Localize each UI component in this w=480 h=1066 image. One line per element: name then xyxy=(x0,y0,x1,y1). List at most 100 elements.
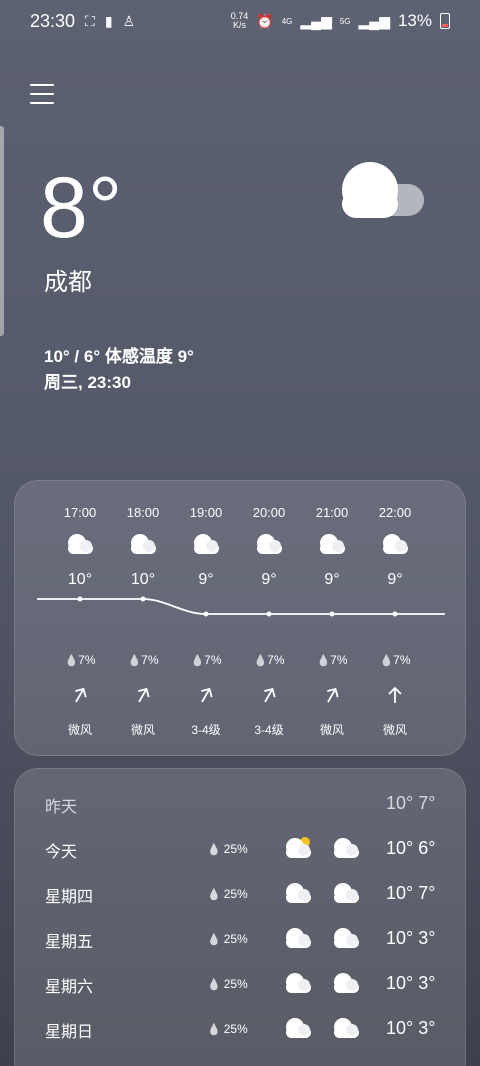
daily-row[interactable]: 星期日 💧 25% 10° 3° xyxy=(15,1014,467,1044)
alarm-icon: ⏰ xyxy=(256,12,274,29)
wind-direction-icon xyxy=(201,687,213,703)
battery-percent: 13% xyxy=(397,11,432,30)
signal-icon: ▂▄▆ xyxy=(300,12,332,29)
cloud-icon xyxy=(334,928,359,948)
cloud-icon xyxy=(257,534,282,554)
menu-icon-line xyxy=(30,93,54,95)
status-right: 0.74 K/s ⏰ 4G ▂▄▆ 5G ▂▄▆ 13% xyxy=(231,11,450,31)
raindrop-icon: 💧 xyxy=(207,844,221,856)
menu-icon xyxy=(30,84,54,86)
daily-rain-value: 25% xyxy=(223,1022,248,1036)
hourly-rain-value: 7% xyxy=(78,653,96,667)
cloud-icon xyxy=(342,162,424,218)
cloud-icon xyxy=(334,883,359,903)
raindrop-icon: 💧 xyxy=(207,979,221,991)
city-name[interactable]: 成都 xyxy=(44,262,92,297)
raindrop-icon: 💧 xyxy=(379,655,394,667)
wind-direction-icon xyxy=(75,687,87,703)
raindrop-icon: 💧 xyxy=(127,655,142,667)
menu-icon-line xyxy=(30,102,54,104)
daily-temps: 10° 3° xyxy=(386,973,436,993)
daily-day-name: 昨天 xyxy=(45,799,78,816)
cloud-icon xyxy=(320,534,345,554)
daily-row[interactable]: 星期六 💧 25% 10° 3° xyxy=(15,969,467,999)
hourly-rain-value: 7% xyxy=(267,653,285,667)
hourly-rain-value: 7% xyxy=(204,653,222,667)
temp-range-feels-like: 10° / 6° 体感温度 9° xyxy=(44,347,194,366)
hourly-temp: 9° xyxy=(198,571,214,588)
cloud-icon xyxy=(286,973,311,993)
status-bar: 23:30 ⛶ ▮ ♙ 0.74 K/s ⏰ 4G ▂▄▆ 5G ▂▄▆ 13% xyxy=(0,0,480,42)
status-left: 23:30 ⛶ ▮ ♙ xyxy=(30,11,135,32)
raindrop-icon: 💧 xyxy=(207,934,221,946)
hourly-time: 18:00 xyxy=(126,505,160,520)
raindrop-icon: 💧 xyxy=(64,655,79,667)
hourly-temp: 9° xyxy=(324,571,340,588)
raindrop-icon: 💧 xyxy=(316,655,331,667)
hourly-wind: 微风 xyxy=(319,723,344,737)
daily-day-name: 星期五 xyxy=(45,934,94,951)
signal-icon: ▂▄▆ xyxy=(358,12,390,29)
daily-rain-value: 25% xyxy=(223,842,248,856)
hourly-rain-value: 7% xyxy=(330,653,348,667)
hourly-time: 21:00 xyxy=(315,505,349,520)
cloud-icon xyxy=(131,534,156,554)
daily-temps: 10° 7° xyxy=(386,793,436,813)
daily-temps: 10° 3° xyxy=(386,928,436,948)
partly-cloudy-icon xyxy=(286,837,311,858)
hourly-rain: 💧7% xyxy=(302,653,362,667)
wind-direction-icon xyxy=(327,687,339,703)
daily-rain-value: 25% xyxy=(223,977,248,991)
net-speed-unit: K/s xyxy=(233,20,247,30)
hourly-rain: 💧7% xyxy=(176,653,236,667)
daily-temps: 10° 7° xyxy=(386,883,436,903)
menu-button[interactable] xyxy=(30,84,54,108)
daily-day-name: 星期日 xyxy=(45,1024,94,1041)
hourly-wind: 微风 xyxy=(130,723,155,737)
daily-row[interactable]: 星期五 💧 25% 10° 3° xyxy=(15,924,467,954)
daily-rain-value: 25% xyxy=(223,887,248,901)
cloud-icon xyxy=(286,883,311,903)
hourly-temp: 9° xyxy=(261,571,277,588)
raindrop-icon: 💧 xyxy=(207,889,221,901)
daily-forecast-card[interactable]: 昨天 10° 7° 今天 💧 25% 10° 6° 星期四 💧 25% 10° 7° 星期五 💧 25%… xyxy=(14,768,466,1066)
hourly-rain-value: 7% xyxy=(393,653,411,667)
daily-rain: 💧 25% xyxy=(207,1022,248,1036)
cloud-icon xyxy=(334,1018,359,1038)
daily-row[interactable]: 昨天 10° 7° xyxy=(15,789,467,819)
daily-day-name: 今天 xyxy=(45,844,78,861)
daily-row[interactable]: 星期四 💧 25% 10° 7° xyxy=(15,879,467,909)
hourly-time: 22:00 xyxy=(378,505,412,520)
cloud-icon xyxy=(68,534,93,554)
screenshot-icon: ⛶ xyxy=(85,12,95,29)
signal-5g-label: 5G xyxy=(339,16,351,26)
daily-rain: 💧 25% xyxy=(207,842,248,856)
raindrop-icon: 💧 xyxy=(190,655,205,667)
cloud-icon xyxy=(194,534,219,554)
hourly-wind: 微风 xyxy=(382,723,407,737)
daily-rain: 💧 25% xyxy=(207,932,248,946)
cloud-icon xyxy=(286,1018,311,1038)
daily-row[interactable]: 今天 💧 25% 10° 6° xyxy=(15,834,467,864)
daily-rain-value: 25% xyxy=(223,932,248,946)
signal-4g-label: 4G xyxy=(281,16,293,26)
hourly-rain: 💧7% xyxy=(239,653,299,667)
edge-panel-handle[interactable] xyxy=(0,126,4,336)
wind-direction-icon xyxy=(388,686,402,703)
cloud-icon xyxy=(334,838,359,858)
cloud-icon xyxy=(286,928,311,948)
daily-temps: 10° 3° xyxy=(386,1018,436,1038)
daily-temps: 10° 6° xyxy=(386,838,436,858)
hourly-rain: 💧7% xyxy=(50,653,110,667)
wind-direction-icon xyxy=(264,687,276,703)
hourly-forecast-card[interactable]: 17:00 10° 💧7% 微风 18:00 10° 💧7% 微风 19:00 9° 💧7% 3-4级… xyxy=(14,480,466,756)
raindrop-icon: 💧 xyxy=(207,1024,221,1036)
hourly-wind: 微风 xyxy=(67,723,92,737)
status-time: 23:30 xyxy=(30,10,76,31)
app-notification-icon: ♙ xyxy=(122,12,136,29)
hourly-temp-line xyxy=(37,596,445,617)
hourly-wind: 3-4级 xyxy=(191,723,221,737)
hourly-temp: 9° xyxy=(387,571,403,588)
daily-day-name: 星期四 xyxy=(45,889,94,906)
hourly-rain: 💧7% xyxy=(365,653,425,667)
